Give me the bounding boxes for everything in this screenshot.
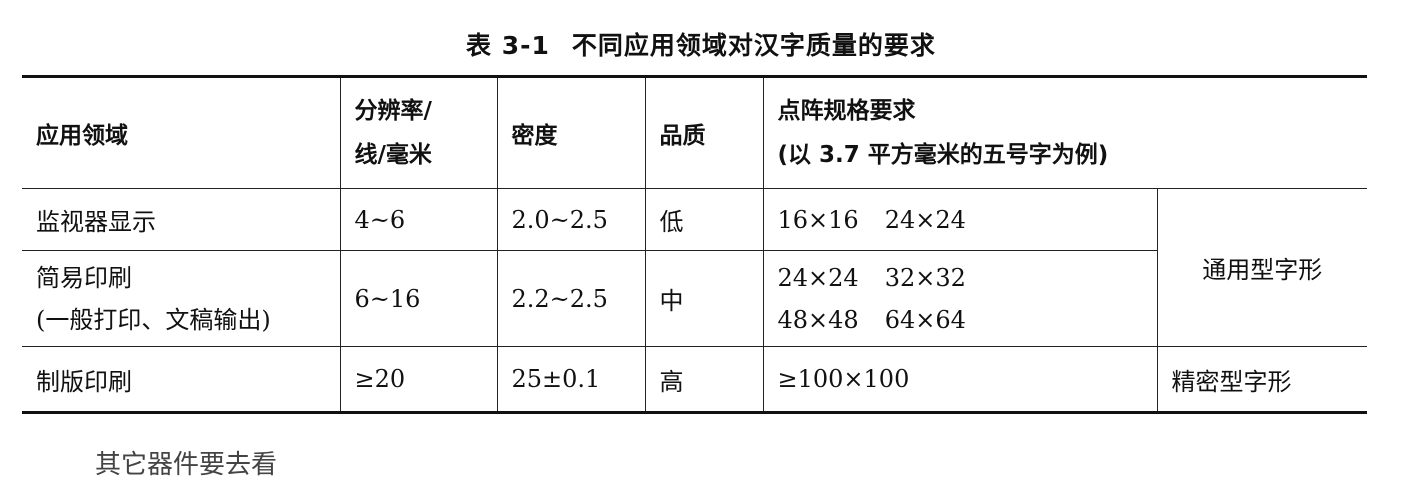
table-caption: 表 3-1 不同应用领域对汉字质量的要求 xyxy=(0,26,1402,62)
header-quality: 品质 xyxy=(644,76,764,189)
header-resolution: 分辨率/ 线/毫米 xyxy=(339,76,498,189)
header-field: 应用领域 xyxy=(22,76,341,189)
precision-font-type-cell: 精密型字形 xyxy=(1156,346,1368,413)
density-cell: 2.0~2.5 xyxy=(496,188,646,251)
resolution-cell: 6~16 xyxy=(339,250,498,347)
header-resolution-line1: 分辨率/ xyxy=(354,98,432,124)
matrix-value: 24×24 xyxy=(777,263,859,292)
header-density: 密度 xyxy=(496,76,646,189)
table-row: 监视器显示 4~6 2.0~2.5 低 16×16 24×24 通用型字形 xyxy=(22,188,1368,347)
matrix-value: 64×64 xyxy=(884,305,966,334)
field-cell: 简易印刷 (一般打印、文稿输出) xyxy=(22,250,341,347)
matrix-value: 32×32 xyxy=(884,263,966,292)
table-number: 表 3-1 xyxy=(466,31,550,60)
matrix-cell: 16×16 24×24 xyxy=(762,188,1158,251)
matrix-value: 16×16 xyxy=(777,205,859,234)
table-title: 不同应用领域对汉字质量的要求 xyxy=(571,31,936,60)
quality-cell: 中 xyxy=(644,250,764,347)
general-font-type-cell: 通用型字形 xyxy=(1156,188,1368,347)
cut-off-body-text: 其它器件要去看 xyxy=(95,450,278,480)
matrix-value: 48×48 xyxy=(777,305,859,334)
density-cell: 2.2~2.5 xyxy=(496,250,646,347)
quality-cell: 低 xyxy=(644,188,764,251)
matrix-value: 24×24 xyxy=(884,205,966,234)
matrix-line: 48×48 64×64 xyxy=(778,299,1143,341)
quality-cell: 高 xyxy=(644,346,764,413)
requirements-table: 应用领域 分辨率/ 线/毫米 密度 品质 点阵规格要求 (以 3.7 平方毫米的… xyxy=(22,75,1368,414)
resolution-cell: 4~6 xyxy=(339,188,498,251)
field-line2: (一般打印、文稿输出) xyxy=(36,305,271,334)
header-dot-matrix: 点阵规格要求 (以 3.7 平方毫米的五号字为例) xyxy=(762,76,1368,189)
header-row: 应用领域 分辨率/ 线/毫米 密度 品质 点阵规格要求 (以 3.7 平方毫米的… xyxy=(22,76,1368,189)
field-cell: 监视器显示 xyxy=(22,188,341,251)
header-resolution-line2: 线/毫米 xyxy=(354,142,432,168)
field-cell: 制版印刷 xyxy=(22,346,341,413)
field-line1: 简易印刷 xyxy=(36,263,132,292)
density-cell: 25±0.1 xyxy=(496,346,646,413)
matrix-cell: 24×24 32×32 48×48 64×64 xyxy=(762,250,1157,347)
table-row: 制版印刷 ≥20 25±0.1 高 ≥100×100 精密型字形 xyxy=(22,346,1368,413)
resolution-cell: ≥20 xyxy=(339,346,498,413)
matrix-cell: ≥100×100 xyxy=(762,346,1158,413)
matrix-line: 24×24 32×32 xyxy=(778,257,1143,299)
header-dot-matrix-line2: (以 3.7 平方毫米的五号字为例) xyxy=(777,142,1109,168)
header-dot-matrix-line1: 点阵规格要求 xyxy=(777,98,916,124)
